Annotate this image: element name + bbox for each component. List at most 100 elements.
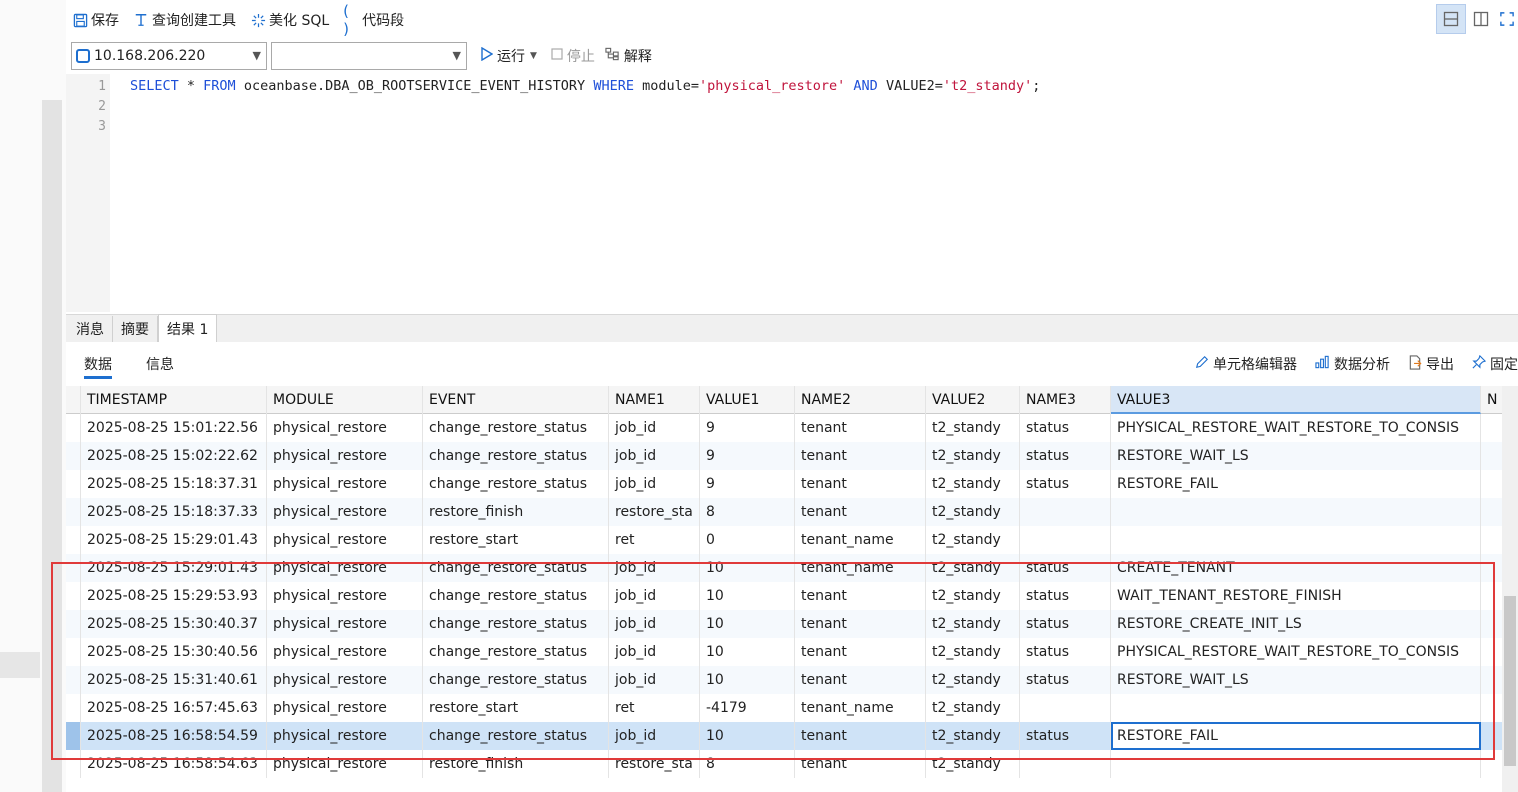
table-cell[interactable]: job_id bbox=[609, 470, 700, 498]
table-cell[interactable] bbox=[1020, 498, 1111, 526]
table-cell[interactable]: tenant bbox=[795, 470, 926, 498]
sql-code-line[interactable]: SELECT * FROM oceanbase.DBA_OB_ROOTSERVI… bbox=[130, 78, 1040, 94]
table-cell[interactable]: restore_sta bbox=[609, 750, 700, 778]
column-header[interactable]: MODULE bbox=[267, 386, 423, 414]
table-row[interactable]: 2025-08-25 15:18:37.33 physical_restore re… bbox=[66, 498, 1503, 526]
grid-vertical-scrollbar[interactable] bbox=[1502, 386, 1518, 792]
table-cell[interactable]: physical_restore bbox=[267, 610, 423, 638]
table-cell[interactable]: -4179 bbox=[700, 694, 795, 722]
row-header[interactable] bbox=[66, 498, 81, 526]
layout-vertical-split-button[interactable] bbox=[1466, 4, 1496, 34]
column-header[interactable]: NAME3 bbox=[1020, 386, 1111, 414]
data-analysis-button[interactable]: 数据分析 bbox=[1315, 354, 1390, 374]
table-cell[interactable]: PHYSICAL_RESTORE_WAIT_RESTORE_TO_CONSIS bbox=[1111, 638, 1481, 666]
table-cell[interactable]: status bbox=[1020, 638, 1111, 666]
table-cell[interactable]: RESTORE_CREATE_INIT_LS bbox=[1111, 610, 1481, 638]
table-row[interactable]: 2025-08-25 15:18:37.31 physical_restore ch… bbox=[66, 470, 1503, 498]
result-grid[interactable]: TIMESTAMP MODULE EVENT NAME1 VALUE1 NAME… bbox=[66, 386, 1518, 792]
column-header[interactable]: NAME2 bbox=[795, 386, 926, 414]
table-cell[interactable]: tenant bbox=[795, 414, 926, 442]
table-cell[interactable]: change_restore_status bbox=[423, 582, 609, 610]
table-cell[interactable]: change_restore_status bbox=[423, 722, 609, 750]
table-cell[interactable]: tenant bbox=[795, 750, 926, 778]
column-header[interactable]: NAME1 bbox=[609, 386, 700, 414]
table-cell[interactable] bbox=[1111, 498, 1481, 526]
table-cell[interactable]: RESTORE_FAIL bbox=[1111, 722, 1481, 750]
table-cell[interactable]: change_restore_status bbox=[423, 470, 609, 498]
row-header[interactable] bbox=[66, 750, 81, 778]
table-cell[interactable]: RESTORE_WAIT_LS bbox=[1111, 666, 1481, 694]
table-cell[interactable]: physical_restore bbox=[267, 414, 423, 442]
table-cell[interactable]: t2_standy bbox=[926, 666, 1020, 694]
run-button[interactable]: 运行 ▼ bbox=[481, 46, 537, 66]
table-cell[interactable]: 2025-08-25 15:18:37.31 bbox=[81, 470, 267, 498]
table-cell[interactable]: t2_standy bbox=[926, 638, 1020, 666]
table-cell[interactable]: 8 bbox=[700, 750, 795, 778]
table-cell[interactable] bbox=[1481, 498, 1503, 526]
row-header[interactable] bbox=[66, 554, 81, 582]
table-cell[interactable] bbox=[1481, 610, 1503, 638]
table-cell[interactable]: physical_restore bbox=[267, 722, 423, 750]
table-cell[interactable]: tenant_name bbox=[795, 694, 926, 722]
table-cell[interactable]: physical_restore bbox=[267, 638, 423, 666]
table-cell[interactable]: change_restore_status bbox=[423, 610, 609, 638]
table-cell[interactable]: t2_standy bbox=[926, 526, 1020, 554]
table-cell[interactable]: physical_restore bbox=[267, 582, 423, 610]
table-row[interactable]: 2025-08-25 15:30:40.56 physical_restore ch… bbox=[66, 638, 1503, 666]
row-header[interactable] bbox=[66, 442, 81, 470]
table-cell[interactable]: tenant bbox=[795, 610, 926, 638]
table-cell[interactable]: t2_standy bbox=[926, 442, 1020, 470]
table-cell[interactable] bbox=[1481, 582, 1503, 610]
table-cell[interactable]: change_restore_status bbox=[423, 442, 609, 470]
table-cell[interactable]: CREATE_TENANT bbox=[1111, 554, 1481, 582]
table-cell[interactable]: change_restore_status bbox=[423, 414, 609, 442]
table-cell[interactable]: tenant bbox=[795, 442, 926, 470]
table-cell[interactable]: RESTORE_WAIT_LS bbox=[1111, 442, 1481, 470]
table-cell[interactable]: restore_start bbox=[423, 526, 609, 554]
database-select[interactable]: ▼ bbox=[271, 42, 467, 70]
table-row[interactable]: 2025-08-25 15:29:01.43 physical_restore re… bbox=[66, 526, 1503, 554]
table-row[interactable]: 2025-08-25 16:58:54.63 physical_restore re… bbox=[66, 750, 1503, 778]
table-cell[interactable] bbox=[1481, 470, 1503, 498]
table-cell[interactable]: status bbox=[1020, 666, 1111, 694]
table-cell[interactable]: restore_finish bbox=[423, 498, 609, 526]
table-cell[interactable]: physical_restore bbox=[267, 750, 423, 778]
table-cell[interactable]: physical_restore bbox=[267, 498, 423, 526]
table-cell[interactable]: 0 bbox=[700, 526, 795, 554]
table-cell[interactable] bbox=[1481, 694, 1503, 722]
table-cell[interactable]: change_restore_status bbox=[423, 554, 609, 582]
table-cell[interactable]: job_id bbox=[609, 666, 700, 694]
table-cell[interactable]: 2025-08-25 15:30:40.37 bbox=[81, 610, 267, 638]
table-cell[interactable]: 10 bbox=[700, 554, 795, 582]
table-cell[interactable]: 2025-08-25 16:57:45.63 bbox=[81, 694, 267, 722]
table-cell[interactable]: 2025-08-25 15:31:40.61 bbox=[81, 666, 267, 694]
explain-button[interactable]: 解释 bbox=[605, 46, 652, 66]
column-header[interactable]: N bbox=[1481, 386, 1503, 414]
table-cell[interactable]: job_id bbox=[609, 442, 700, 470]
table-cell[interactable]: change_restore_status bbox=[423, 666, 609, 694]
table-row[interactable]: 2025-08-25 15:02:22.62 physical_restore ch… bbox=[66, 442, 1503, 470]
table-cell[interactable]: restore_sta bbox=[609, 498, 700, 526]
pin-button[interactable]: 固定 bbox=[1472, 354, 1518, 374]
table-cell[interactable]: t2_standy bbox=[926, 722, 1020, 750]
table-cell[interactable]: 9 bbox=[700, 414, 795, 442]
table-cell[interactable]: t2_standy bbox=[926, 414, 1020, 442]
table-cell[interactable]: t2_standy bbox=[926, 582, 1020, 610]
table-cell[interactable]: WAIT_TENANT_RESTORE_FINISH bbox=[1111, 582, 1481, 610]
row-header[interactable] bbox=[66, 694, 81, 722]
row-header[interactable] bbox=[66, 722, 81, 750]
table-row[interactable]: 2025-08-25 15:29:01.43 physical_restore ch… bbox=[66, 554, 1503, 582]
row-header[interactable] bbox=[66, 638, 81, 666]
table-cell[interactable]: tenant bbox=[795, 582, 926, 610]
tab-messages[interactable]: 消息 bbox=[68, 316, 113, 342]
column-header[interactable]: VALUE3 bbox=[1111, 386, 1481, 414]
table-cell[interactable]: 10 bbox=[700, 666, 795, 694]
table-cell[interactable]: restore_finish bbox=[423, 750, 609, 778]
table-cell[interactable]: job_id bbox=[609, 554, 700, 582]
table-cell[interactable]: 10 bbox=[700, 610, 795, 638]
table-cell[interactable]: 8 bbox=[700, 498, 795, 526]
table-cell[interactable] bbox=[1481, 666, 1503, 694]
table-cell[interactable]: status bbox=[1020, 470, 1111, 498]
table-cell[interactable] bbox=[1111, 694, 1481, 722]
table-cell[interactable]: tenant_name bbox=[795, 526, 926, 554]
